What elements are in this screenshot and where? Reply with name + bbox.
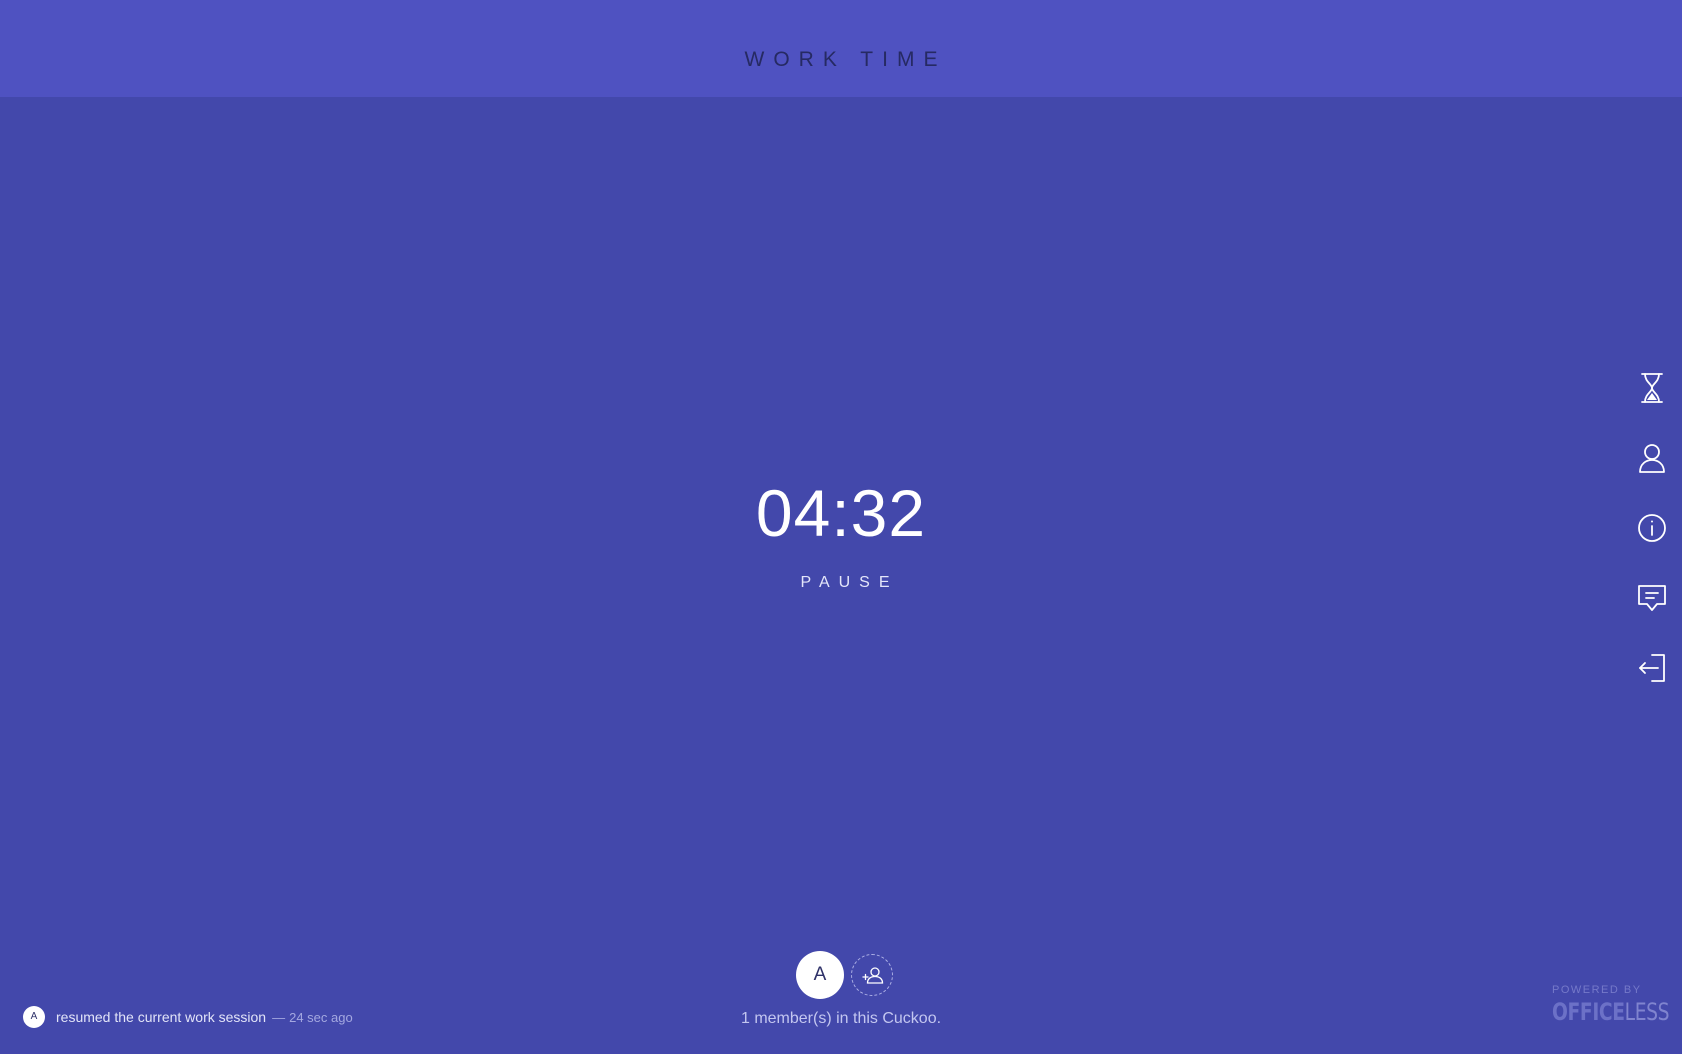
activity-feed-item: A resumed the current work session — 24 … [23, 1006, 353, 1028]
add-user-icon [862, 967, 884, 984]
powered-by-badge[interactable]: POWERED BY OFFICELESS [1552, 984, 1670, 1026]
brand-bold: OFFICE [1552, 998, 1625, 1026]
brand-light: LESS [1624, 998, 1670, 1026]
sidebar [1632, 368, 1672, 718]
officeless-logo: OFFICELESS [1552, 998, 1670, 1026]
chat-button[interactable] [1632, 578, 1672, 618]
invite-member-button[interactable] [851, 954, 893, 996]
hourglass-icon [1641, 373, 1663, 403]
profile-button[interactable] [1632, 438, 1672, 478]
member-avatar[interactable]: A [796, 951, 844, 999]
session-title: WORK TIME [744, 48, 947, 71]
timer-settings-button[interactable] [1632, 368, 1672, 408]
info-icon [1638, 514, 1666, 542]
user-icon [1639, 444, 1665, 473]
activity-avatar: A [23, 1006, 45, 1028]
info-button[interactable] [1632, 508, 1672, 548]
leave-button[interactable] [1632, 648, 1672, 688]
logout-icon [1639, 654, 1665, 682]
timer-display: 04:32 [755, 476, 927, 550]
activity-timestamp: 24 sec ago [289, 1009, 353, 1025]
powered-by-label: POWERED BY [1552, 984, 1642, 996]
activity-message: resumed the current work session [56, 1009, 267, 1025]
pause-button[interactable]: PAUSE [791, 570, 899, 596]
activity-separator: — [272, 1009, 286, 1025]
chat-icon [1638, 585, 1666, 611]
app-window: WORK TIME 04:32 PAUSE A 1 member(s) in t… [0, 0, 1682, 1054]
header-bar: WORK TIME [0, 0, 1682, 97]
